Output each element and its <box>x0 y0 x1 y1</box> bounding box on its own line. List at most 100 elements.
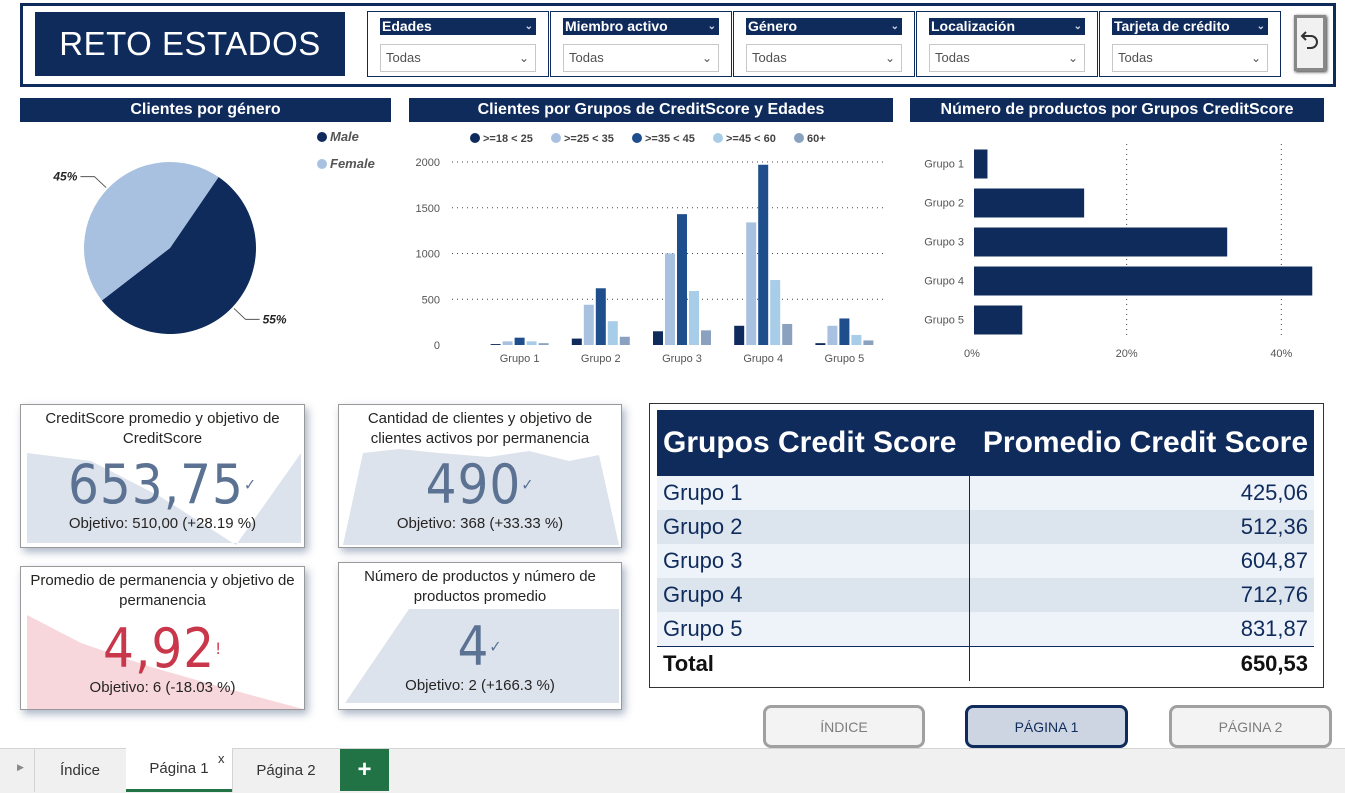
nav-page1-button[interactable]: PÁGINA 1 <box>965 705 1128 748</box>
slicer-value: Todas <box>752 50 787 65</box>
bar <box>746 222 757 345</box>
pie-data-label: 45% <box>52 170 77 184</box>
slicer-label-text: Edades <box>382 18 432 34</box>
table-cell: 425,06 <box>968 476 1314 510</box>
bar <box>851 334 862 345</box>
gender-pie-chart: 55% 45% Male Female <box>52 129 375 335</box>
x-tick-label: 20% <box>1116 348 1138 360</box>
chevron-down-icon: ⌄ <box>884 51 895 65</box>
add-page-button[interactable]: + <box>340 749 389 791</box>
kpi-goal: Objetivo: 2 (+166.3 %) <box>405 677 555 694</box>
kpi-value: 653,75✓ <box>68 453 257 516</box>
chevron-down-icon[interactable]: ⌄ <box>1257 18 1265 35</box>
slicer-5[interactable]: Tarjeta de crédito ⌄ Todas ⌄ <box>1099 11 1281 77</box>
table-cell: 831,87 <box>968 612 1314 647</box>
y-tick-label: 0 <box>434 340 440 352</box>
nav-page2-button[interactable]: PÁGINA 2 <box>1169 705 1332 748</box>
tab-scroll-left-icon[interactable]: ▶ <box>17 763 29 777</box>
slicer-dropdown[interactable]: Todas ⌄ <box>563 44 719 72</box>
slicer-4[interactable]: Localización ⌄ Todas ⌄ <box>916 11 1098 77</box>
slicer-label: Género ⌄ <box>746 18 902 35</box>
nav-index-button[interactable]: ÍNDICE <box>763 705 925 748</box>
products-bar-chart: 0% 20% 40% Grupo 1 Grupo 2 Grupo 3 Grupo 4 Grup… <box>924 144 1313 360</box>
kpi-value: 490✓ <box>425 453 535 516</box>
legend-label: Male <box>330 129 359 144</box>
table-row: Grupo 4 712,76 <box>657 578 1314 612</box>
tab-close-icon[interactable]: x <box>218 751 225 766</box>
x-tick-label: 0% <box>964 348 980 360</box>
slicer-label-text: Miembro activo <box>565 18 668 34</box>
table-total-row: Total 650,53 <box>657 646 1314 681</box>
pie-leader-line <box>233 308 260 320</box>
y-tick-label: Grupo 4 <box>924 276 964 288</box>
y-tick-label: 500 <box>422 294 440 306</box>
slicer-value: Todas <box>569 50 604 65</box>
legend-marker <box>713 133 723 143</box>
legend-label: >=18 < 25 <box>483 133 533 145</box>
slicer-value: Todas <box>386 50 421 65</box>
kpi-title: Promedio de permanencia y objetivo de pe… <box>30 572 295 609</box>
table-total-value: 650,53 <box>968 646 1314 681</box>
bar <box>538 343 549 345</box>
slicer-dropdown[interactable]: Todas ⌄ <box>380 44 536 72</box>
table-header-group[interactable]: Grupos Credit Score <box>657 410 970 476</box>
slicer-label: Edades ⌄ <box>380 18 536 35</box>
slicer-2[interactable]: Miembro activo ⌄ Todas ⌄ <box>550 11 732 77</box>
chevron-down-icon: ⌄ <box>1250 51 1261 65</box>
tab-indice[interactable]: Índice <box>35 748 125 792</box>
bar <box>665 253 675 345</box>
slicer-dropdown[interactable]: Todas ⌄ <box>929 44 1085 72</box>
credit-age-chart-title: Clientes por Grupos de CreditScore y Eda… <box>409 98 893 122</box>
slicer-1[interactable]: Edades ⌄ Todas ⌄ <box>367 11 549 77</box>
chevron-down-icon[interactable]: ⌄ <box>708 18 716 35</box>
report-title: RETO ESTADOS <box>35 12 345 76</box>
chevron-down-icon[interactable]: ⌄ <box>891 18 899 35</box>
chevron-down-icon: ⌄ <box>1067 51 1078 65</box>
tab-pagina-2[interactable]: Página 2 <box>233 748 339 792</box>
chevron-down-icon[interactable]: ⌄ <box>525 18 533 35</box>
y-tick-label: 1000 <box>416 249 440 261</box>
x-tick-label: Grupo 3 <box>662 353 702 365</box>
bar <box>571 338 582 345</box>
table-cell: 604,87 <box>968 544 1314 578</box>
x-tick-label: Grupo 2 <box>581 353 621 365</box>
chevron-down-icon[interactable]: ⌄ <box>1074 18 1082 35</box>
back-button[interactable] <box>1294 15 1326 71</box>
kpi-goal: Objetivo: 368 (+33.33 %) <box>396 515 564 532</box>
tab-pagina-1[interactable]: Página 1 <box>126 748 232 792</box>
table-row: Grupo 5 831,87 <box>657 612 1314 647</box>
bar <box>677 214 687 345</box>
bar <box>583 304 594 345</box>
credit-age-bar-chart: >=18 < 25 >=25 < 35 >=35 < 45 >=45 < 60 60+ 0… <box>416 133 885 365</box>
bar <box>490 344 501 345</box>
slicer-label: Tarjeta de crédito ⌄ <box>1112 18 1268 35</box>
slicer-label-text: Tarjeta de crédito <box>1114 18 1230 34</box>
bar <box>974 305 1023 335</box>
slicer-value: Todas <box>1118 50 1153 65</box>
x-tick-label: 40% <box>1270 348 1292 360</box>
table-header-average[interactable]: Promedio Credit Score <box>969 410 1314 476</box>
x-tick-label: Grupo 1 <box>500 353 540 365</box>
kpi-goal: Objetivo: 510,00 (+28.19 %) <box>68 515 257 532</box>
slicer-dropdown[interactable]: Todas ⌄ <box>1112 44 1268 72</box>
table-cell: Grupo 3 <box>657 544 970 578</box>
legend-label: 60+ <box>807 133 826 145</box>
table-row: Grupo 3 604,87 <box>657 544 1314 578</box>
kpi-customers: Cantidad de clientes y objetivo de clien… <box>338 404 622 548</box>
y-tick-label: Grupo 3 <box>924 237 964 249</box>
kpi-title: CreditScore promedio y objetivo de Credi… <box>45 410 280 447</box>
pie-leader-line <box>80 176 107 188</box>
bar <box>758 164 769 345</box>
table-cell: Grupo 1 <box>657 476 970 510</box>
bar <box>607 321 618 345</box>
legend-label: >=35 < 45 <box>645 133 695 145</box>
slicer-dropdown[interactable]: Todas ⌄ <box>746 44 902 72</box>
kpi-title: Número de productos y número de producto… <box>364 568 596 605</box>
slicer-label: Miembro activo ⌄ <box>563 18 719 35</box>
legend-marker <box>317 159 327 169</box>
bar <box>770 280 781 345</box>
slicer-3[interactable]: Género ⌄ Todas ⌄ <box>733 11 915 77</box>
y-tick-label: Grupo 2 <box>924 198 964 210</box>
table-cell: 712,76 <box>968 578 1314 612</box>
bar <box>839 318 850 345</box>
